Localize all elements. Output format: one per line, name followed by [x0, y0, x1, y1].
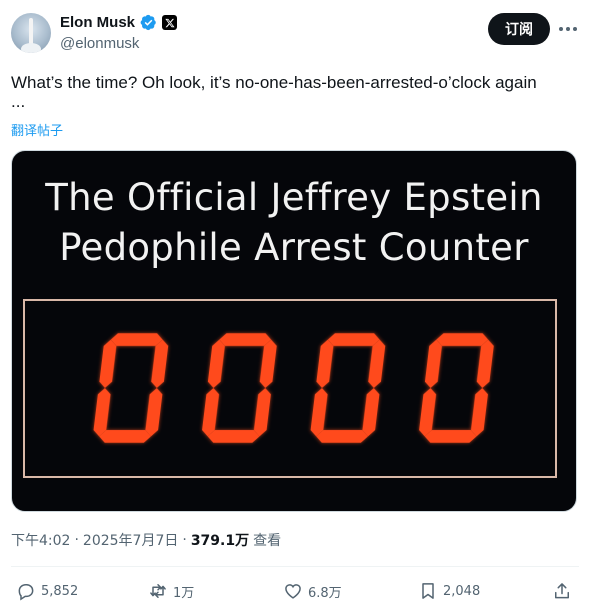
more-options-icon[interactable] [556, 18, 580, 40]
more-dot [559, 27, 563, 31]
digit-segment [362, 388, 380, 437]
counter-digits [93, 333, 494, 443]
x-logo-icon [162, 15, 178, 30]
reply-button[interactable]: 5,852 [16, 577, 78, 605]
tweet-text: What’s the time? Oh look, it’s no-one-ha… [11, 70, 581, 111]
repost-icon [150, 584, 166, 598]
tweet-text-line: ... [11, 92, 26, 111]
digit-segment [424, 430, 477, 443]
digit-segment [219, 333, 272, 346]
digit-segment [151, 339, 169, 389]
heart-icon [285, 584, 301, 599]
tweet-media-image[interactable]: The Official Jeffrey Epstein Pedophile A… [11, 150, 577, 512]
author-handle[interactable]: @elonmusk [60, 35, 139, 52]
smoke-image [21, 43, 41, 53]
digit-segment [99, 430, 151, 443]
rocket-image [29, 18, 33, 46]
digit-segment [310, 388, 328, 437]
tweet-text-line: What’s the time? Oh look, it’s no-one-ha… [11, 73, 537, 92]
bookmark-button[interactable]: 2,048 [418, 577, 480, 605]
digit-segment [436, 333, 489, 346]
views-count: 379.1万 [190, 533, 250, 549]
media-title-line: The Official Jeffrey Epstein [45, 176, 543, 219]
digit-segment [207, 430, 260, 443]
action-bar: 5,852 1万 6.8万 2,048 [0, 577, 590, 605]
tweet-time[interactable]: 下午4:02 [11, 530, 70, 550]
more-dot [573, 27, 577, 31]
translate-post-link[interactable]: 翻译帖子 [11, 120, 63, 139]
verified-badge-icon[interactable] [140, 14, 157, 31]
share-icon [555, 583, 569, 599]
repost-count: 1万 [173, 585, 195, 601]
digit-segment [93, 388, 111, 437]
separator: · [182, 532, 187, 548]
counter-digit [310, 333, 386, 443]
views-label: 查看 [253, 533, 282, 549]
counter-digit [202, 333, 277, 443]
author-name-row: Elon Musk [60, 14, 178, 31]
digit-segment [202, 388, 220, 437]
separator: · [74, 532, 79, 548]
divider [11, 566, 579, 567]
digit-segment [110, 333, 163, 346]
media-title: The Official Jeffrey Epstein Pedophile A… [12, 173, 576, 273]
digit-segment [419, 388, 437, 437]
digit-segment [470, 388, 488, 437]
digit-segment [424, 339, 442, 389]
digit-segment [253, 388, 271, 437]
subscribe-button[interactable]: 订阅 [488, 13, 550, 45]
bookmark-icon [422, 583, 434, 599]
digit-segment [99, 339, 117, 389]
digit-segment [316, 339, 334, 389]
counter-digit [419, 333, 494, 443]
author-avatar[interactable] [11, 13, 51, 53]
digit-segment [316, 430, 368, 443]
share-button[interactable] [552, 577, 572, 605]
author-display-name[interactable]: Elon Musk [60, 14, 135, 31]
tweet-timestamp: 下午4:02 · 2025年7月7日 · 379.1万 查看 [11, 530, 281, 550]
digit-segment [207, 339, 225, 389]
digit-segment [368, 339, 386, 389]
more-dot [566, 27, 570, 31]
reply-icon [18, 584, 34, 601]
media-title-line: Pedophile Arrest Counter [59, 226, 529, 269]
bookmark-count: 2,048 [443, 583, 481, 599]
arrest-counter-display [23, 299, 557, 478]
reply-count: 5,852 [41, 583, 79, 599]
digit-segment [327, 333, 380, 346]
repost-button[interactable]: 1万 [148, 577, 194, 605]
tweet-date[interactable]: 2025年7月7日 [83, 530, 178, 550]
digit-segment [145, 388, 163, 437]
digit-segment [259, 339, 277, 389]
counter-digit [93, 333, 169, 443]
like-button[interactable]: 6.8万 [283, 577, 342, 605]
like-count: 6.8万 [308, 585, 342, 601]
digit-segment [476, 339, 494, 389]
